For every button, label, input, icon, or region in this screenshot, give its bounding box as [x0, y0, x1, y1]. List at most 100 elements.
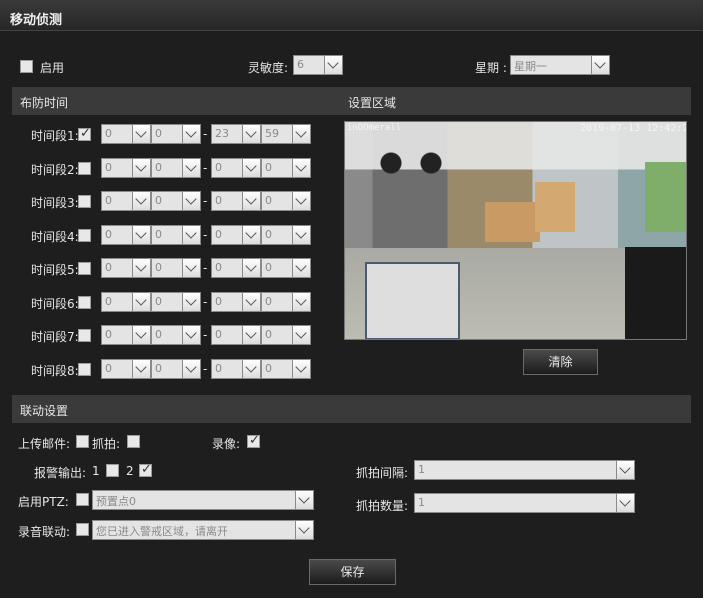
chevron-down-icon [132, 192, 150, 210]
chevron-down-icon [182, 226, 200, 244]
chevron-down-icon [292, 159, 310, 177]
segment-checkbox[interactable] [78, 329, 91, 342]
preview-window [645, 162, 686, 232]
chevron-down-icon [242, 259, 260, 277]
segment-end-hour-select[interactable]: 0 [211, 158, 261, 178]
segment-end-hour-select[interactable]: 0 [211, 359, 261, 379]
chevron-down-icon [591, 56, 609, 74]
segment-end-hour-select[interactable]: 0 [211, 258, 261, 278]
segment-end-hour-select[interactable]: 0 [211, 191, 261, 211]
segment-separator: - [203, 194, 208, 208]
chevron-down-icon [616, 461, 634, 479]
chevron-down-icon [292, 360, 310, 378]
email-checkbox[interactable] [76, 435, 89, 448]
chevron-down-icon [132, 125, 150, 143]
save-button[interactable]: 保存 [309, 559, 396, 585]
alarm-out2-checkbox[interactable] [139, 462, 152, 477]
segment-end-hour-select[interactable]: 0 [211, 325, 261, 345]
segment-start-hour-select[interactable]: 0 [101, 292, 151, 312]
alarm-label: 报警输出: [34, 466, 87, 480]
segment-start-minute-select[interactable]: 0 [151, 359, 201, 379]
segment-start-hour-select[interactable]: 0 [101, 225, 151, 245]
segment-start-minute-select[interactable]: 0 [151, 292, 201, 312]
segment-start-minute-select[interactable]: 0 [151, 325, 201, 345]
segment-end-minute-select[interactable]: 59 [261, 124, 311, 144]
ptz-preset-select[interactable]: 预置点0 [92, 490, 314, 510]
segment-end-minute-select[interactable]: 0 [261, 225, 311, 245]
audio-message-select[interactable]: 您已进入警戒区域，请离开 [92, 520, 314, 540]
segment-end-minute-select[interactable]: 0 [261, 292, 311, 312]
area-section-header: 设置区域 [340, 87, 691, 115]
segment-checkbox[interactable] [78, 296, 91, 309]
clear-button[interactable]: 清除 [523, 349, 598, 375]
snap-count-select[interactable]: 1 [414, 493, 635, 513]
preview-people [375, 147, 455, 187]
chevron-down-icon [182, 159, 200, 177]
segment-label: 时间段4: [31, 230, 79, 244]
segment-end-minute-select[interactable]: 0 [261, 325, 311, 345]
sensitivity-label: 灵敏度: [248, 61, 289, 75]
chevron-down-icon [182, 192, 200, 210]
segment-label: 时间段7: [31, 330, 79, 344]
chevron-down-icon [292, 326, 310, 344]
segment-checkbox[interactable] [78, 162, 91, 175]
segment-end-minute-select[interactable]: 0 [261, 191, 311, 211]
preview-monitor [625, 247, 686, 339]
ptz-checkbox[interactable] [76, 493, 89, 506]
segment-start-minute-select[interactable]: 0 [151, 158, 201, 178]
chevron-down-icon [242, 192, 260, 210]
audio-checkbox[interactable] [76, 523, 89, 536]
segment-checkbox[interactable] [78, 262, 91, 275]
chevron-down-icon [616, 494, 634, 512]
alarm-out1-checkbox[interactable] [106, 464, 119, 477]
chevron-down-icon [292, 226, 310, 244]
segment-start-hour-select[interactable]: 0 [101, 158, 151, 178]
week-select[interactable]: 星期一 [510, 55, 610, 75]
segment-label: 时间段2: [31, 163, 79, 177]
segment-end-minute-select[interactable]: 0 [261, 158, 311, 178]
segment-checkbox[interactable] [78, 126, 91, 141]
segment-end-hour-select[interactable]: 23 [211, 124, 261, 144]
segment-end-hour-select[interactable]: 0 [211, 225, 261, 245]
preview-brand: inDOmerall [347, 123, 402, 133]
segment-checkbox[interactable] [78, 195, 91, 208]
segment-start-hour-select[interactable]: 0 [101, 191, 151, 211]
enable-checkbox[interactable] [20, 60, 33, 73]
enable-label: 启用 [40, 61, 65, 75]
segment-start-minute-select[interactable]: 0 [151, 124, 201, 144]
sensitivity-select[interactable]: 6 [293, 55, 343, 75]
chevron-down-icon [292, 293, 310, 311]
snapshot-label: 抓拍: [92, 437, 121, 451]
chevron-down-icon [292, 192, 310, 210]
segment-start-minute-select[interactable]: 0 [151, 225, 201, 245]
snap-interval-select[interactable]: 1 [414, 460, 635, 480]
chevron-down-icon [182, 293, 200, 311]
preview-timestamp: 2019-07-13 12:42:26 [580, 123, 687, 134]
segment-start-hour-select[interactable]: 0 [101, 124, 151, 144]
record-label: 录像: [212, 437, 241, 451]
ptz-label: 启用PTZ: [18, 495, 69, 509]
segment-start-minute-select[interactable]: 0 [151, 191, 201, 211]
segment-start-hour-select[interactable]: 0 [101, 359, 151, 379]
segment-checkbox[interactable] [78, 363, 91, 376]
segment-start-hour-select[interactable]: 0 [101, 258, 151, 278]
segment-checkbox[interactable] [78, 229, 91, 242]
schedule-section-header: 布防时间 [12, 87, 340, 115]
alarm-out1-label: 1 [92, 464, 100, 478]
preview-board [365, 262, 460, 339]
segment-separator: - [203, 295, 208, 309]
area-preview-video[interactable]: inDOmerall 2019-07-13 12:42:26 [344, 121, 687, 340]
page-title: 移动侦测 [10, 13, 63, 28]
segment-start-minute-select[interactable]: 0 [151, 258, 201, 278]
chevron-down-icon [292, 125, 310, 143]
segment-separator: - [203, 362, 208, 376]
record-checkbox[interactable] [247, 433, 260, 448]
chevron-down-icon [132, 159, 150, 177]
snap-count-label: 抓拍数量: [356, 499, 409, 513]
segment-end-hour-select[interactable]: 0 [211, 292, 261, 312]
segment-start-hour-select[interactable]: 0 [101, 325, 151, 345]
chevron-down-icon [242, 293, 260, 311]
segment-end-minute-select[interactable]: 0 [261, 258, 311, 278]
snapshot-checkbox[interactable] [127, 435, 140, 448]
segment-end-minute-select[interactable]: 0 [261, 359, 311, 379]
